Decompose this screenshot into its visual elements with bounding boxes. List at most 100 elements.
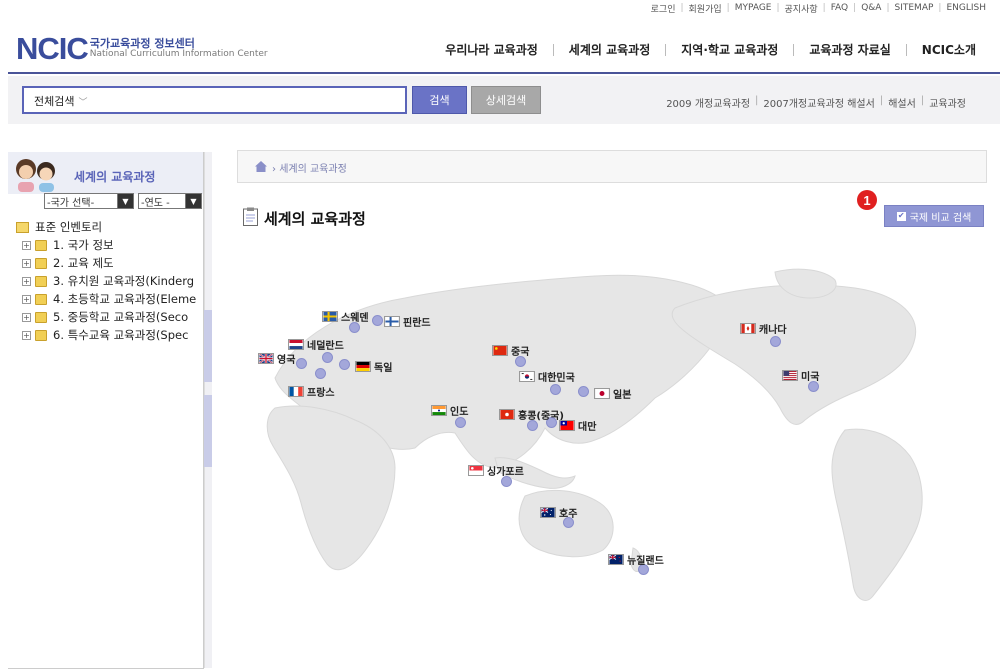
- expand-icon[interactable]: +: [22, 294, 31, 304]
- english-link[interactable]: ENGLISH: [946, 3, 986, 13]
- tree-item[interactable]: + 2. 교육 제도: [16, 254, 204, 272]
- tree-item[interactable]: + 3. 유치원 교육과정(Kinderg: [16, 272, 204, 290]
- logo-english: National Curriculum Information Center: [89, 49, 268, 59]
- signup-link[interactable]: 회원가입: [689, 2, 722, 15]
- inventory-tree: 표준 인벤토리 + 1. 국가 정보 + 2. 교육 제도 + 3. 유치원 교…: [16, 218, 204, 344]
- map-marker-india[interactable]: [455, 417, 466, 428]
- country-link-newzealand[interactable]: 뉴질랜드: [608, 552, 664, 567]
- divider: |: [755, 95, 759, 106]
- country-link-taiwan[interactable]: 대만: [559, 418, 596, 433]
- qna-link[interactable]: Q&A: [861, 3, 881, 13]
- panel-expand-handle[interactable]: [204, 395, 212, 467]
- country-link-sweden[interactable]: 스웨덴: [322, 309, 369, 324]
- country-link-singapore[interactable]: 싱가포르: [468, 463, 524, 478]
- search-box: 전체검색 ﹀: [22, 86, 407, 114]
- country-link-korea[interactable]: 대한민국: [519, 369, 575, 384]
- country-link-japan[interactable]: 일본: [594, 386, 631, 401]
- tree-item-label: 5. 중등학교 교육과정(Seco: [53, 310, 189, 324]
- nav-regional-curriculum[interactable]: 지역·학교 교육과정: [681, 41, 778, 58]
- canada-flag-icon: [740, 323, 756, 334]
- tree-item[interactable]: + 1. 국가 정보: [16, 236, 204, 254]
- expand-icon[interactable]: +: [22, 276, 31, 286]
- tree-item[interactable]: + 5. 중등학교 교육과정(Seco: [16, 308, 204, 326]
- search-scope-label: 전체검색: [34, 95, 75, 108]
- country-link-china[interactable]: 중국: [492, 343, 529, 358]
- nav-world-curriculum[interactable]: 세계의 교육과정: [569, 41, 650, 58]
- map-marker-netherlands[interactable]: [322, 352, 333, 363]
- notice-link[interactable]: 공지사항: [785, 2, 818, 15]
- quick-link-2007-guide[interactable]: 2007개정교육과정 해설서: [763, 95, 874, 110]
- nav-resources[interactable]: 교육과정 자료실: [809, 41, 890, 58]
- country-link-usa[interactable]: 미국: [782, 368, 819, 383]
- country-label: 뉴질랜드: [627, 556, 664, 567]
- nav-about[interactable]: NCIC소개: [922, 41, 976, 58]
- detail-search-button[interactable]: 상세검색: [471, 86, 541, 114]
- country-label: 호주: [559, 509, 578, 520]
- country-link-hongkong[interactable]: 홍콩(중국): [499, 407, 564, 422]
- year-select-value: -연도 -: [141, 197, 170, 209]
- country-link-france[interactable]: 프랑스: [288, 384, 335, 399]
- expand-icon[interactable]: +: [22, 312, 31, 322]
- country-select[interactable]: -국가 선택- ▼: [44, 193, 134, 209]
- quick-link-2009[interactable]: 2009 개정교육과정: [666, 95, 750, 110]
- panel-collapse-handle[interactable]: [204, 310, 212, 382]
- country-label: 스웨덴: [341, 313, 369, 324]
- map-marker-japan[interactable]: [578, 386, 589, 397]
- country-link-india[interactable]: 인도: [431, 403, 468, 418]
- expand-icon[interactable]: +: [22, 330, 31, 340]
- map-marker-korea[interactable]: [550, 384, 561, 395]
- expand-icon[interactable]: +: [22, 258, 31, 268]
- country-label: 핀란드: [403, 318, 431, 329]
- map-marker-france[interactable]: [315, 368, 326, 379]
- hongkong-flag-icon: [499, 409, 515, 420]
- faq-link[interactable]: FAQ: [831, 3, 848, 13]
- map-marker-germany[interactable]: [339, 359, 350, 370]
- mypage-link[interactable]: MYPAGE: [735, 3, 772, 13]
- divider: |: [726, 3, 730, 13]
- country-link-netherlands[interactable]: 네덜란드: [288, 337, 344, 352]
- country-label: 싱가포르: [487, 467, 524, 478]
- country-label: 홍콩(중국): [518, 411, 564, 422]
- country-link-uk[interactable]: 영국: [258, 351, 295, 366]
- divider: [552, 43, 554, 56]
- singapore-flag-icon: [468, 465, 484, 476]
- usa-flag-icon: [782, 370, 798, 381]
- country-link-australia[interactable]: 호주: [540, 505, 577, 520]
- search-scope-select[interactable]: 전체검색 ﹀: [34, 93, 88, 109]
- expand-icon[interactable]: +: [22, 240, 31, 250]
- country-link-canada[interactable]: 캐나다: [740, 321, 787, 336]
- quick-link-curriculum[interactable]: 교육과정: [929, 95, 966, 110]
- divider: [793, 43, 795, 56]
- map-marker-finland[interactable]: [372, 315, 383, 326]
- country-link-germany[interactable]: 독일: [355, 359, 392, 374]
- country-link-finland[interactable]: 핀란드: [384, 314, 431, 329]
- country-label: 네덜란드: [307, 341, 344, 352]
- country-label: 프랑스: [307, 388, 335, 399]
- tree-item[interactable]: + 4. 초등학교 교육과정(Eleme: [16, 290, 204, 308]
- map-marker-uk[interactable]: [296, 358, 307, 369]
- site-logo[interactable]: NCIC 국가교육과정 정보센터 National Curriculum Inf…: [16, 33, 268, 64]
- chevron-down-icon: ▼: [185, 194, 201, 208]
- divider: |: [680, 3, 684, 13]
- folder-icon: [35, 275, 47, 287]
- divider: |: [938, 3, 942, 13]
- year-select[interactable]: -연도 - ▼: [138, 193, 202, 209]
- tree-root[interactable]: 표준 인벤토리: [16, 218, 204, 236]
- country-label: 미국: [801, 372, 820, 383]
- sitemap-link[interactable]: SITEMAP: [895, 3, 934, 13]
- search-input[interactable]: [104, 90, 394, 110]
- search-button[interactable]: 검색: [412, 86, 467, 114]
- tree-item[interactable]: + 6. 특수교육 교육과정(Spec: [16, 326, 204, 344]
- home-icon[interactable]: [255, 161, 267, 172]
- compare-button-label: 국제 비교 검색: [909, 212, 972, 224]
- uk-flag-icon: [258, 353, 274, 364]
- international-compare-button[interactable]: ✔ 국제 비교 검색: [884, 205, 984, 227]
- map-marker-canada[interactable]: [770, 336, 781, 347]
- logo-text: 국가교육과정 정보센터 National Curriculum Informat…: [90, 38, 268, 60]
- kids-illustration: [16, 159, 55, 192]
- left-panel-title: 세계의 교육과정: [74, 170, 156, 184]
- japan-flag-icon: [594, 388, 610, 399]
- login-link[interactable]: 로그인: [651, 2, 676, 15]
- quick-link-guide[interactable]: 해설서: [888, 95, 916, 110]
- nav-korea-curriculum[interactable]: 우리나라 교육과정: [445, 41, 538, 58]
